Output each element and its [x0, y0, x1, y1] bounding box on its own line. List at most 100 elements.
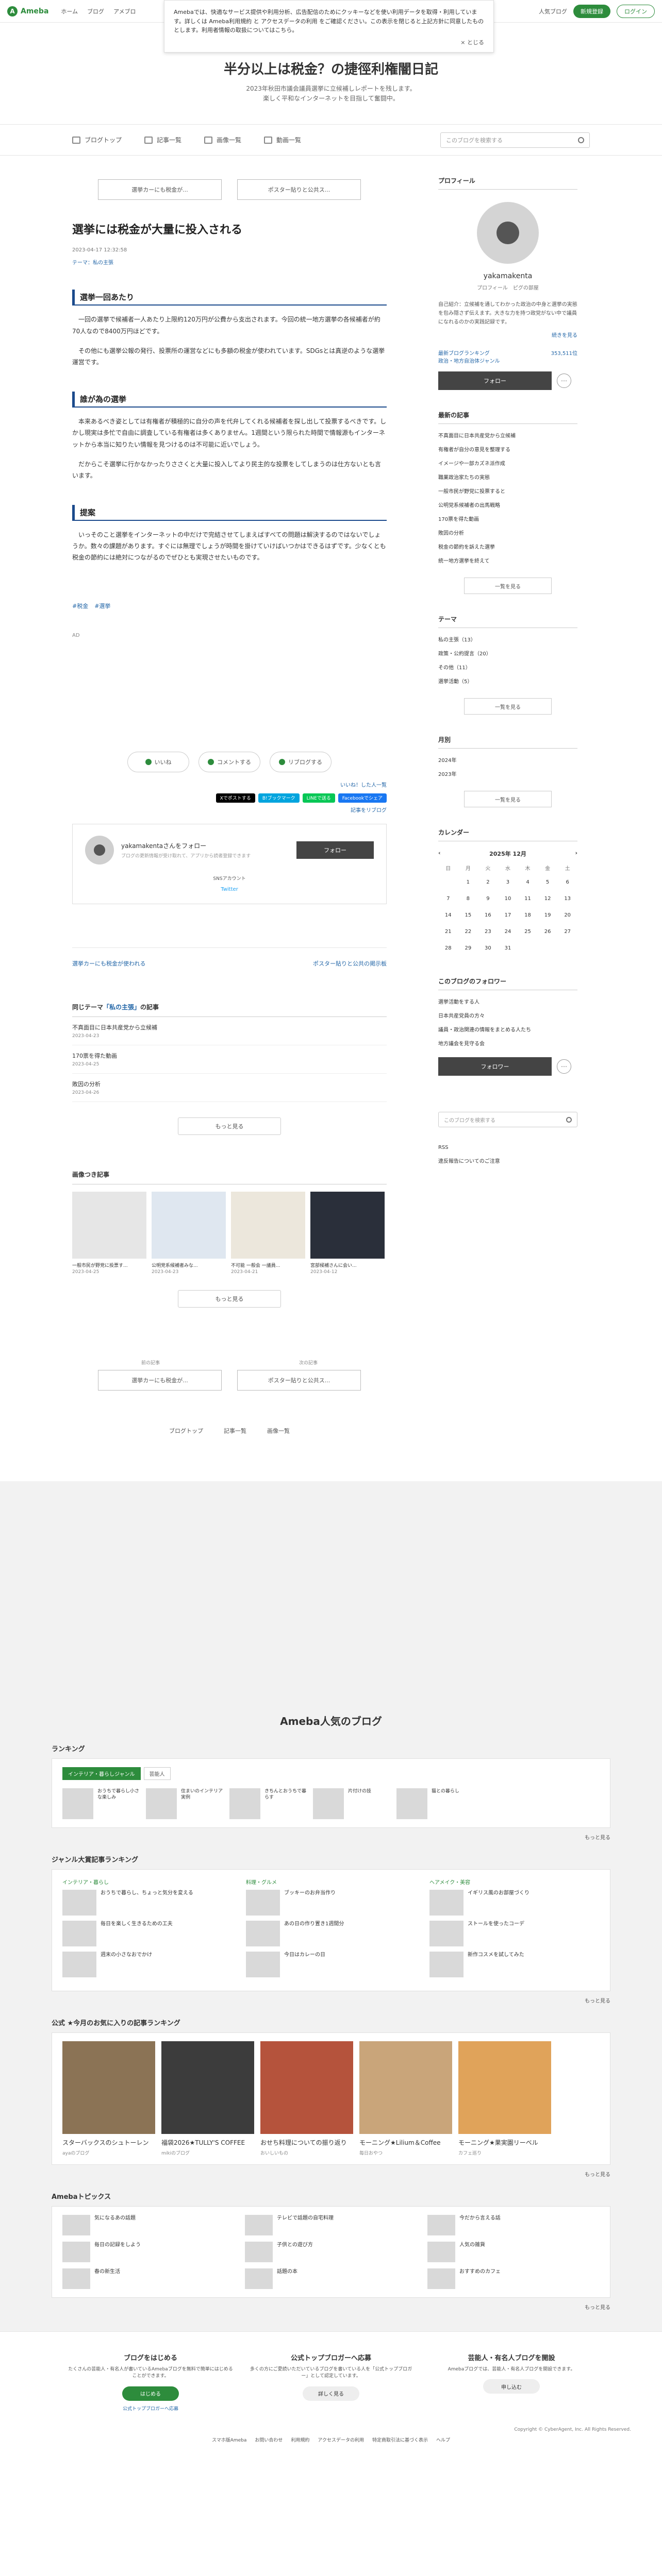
calendar-day[interactable]: 31: [498, 940, 518, 956]
share-facebook-button[interactable]: Facebookでシェア: [338, 793, 387, 803]
promo-detail-button[interactable]: 詳しく見る: [303, 2386, 359, 2401]
image-card[interactable]: 宮部候補さんに会い... 2023-04-12: [310, 1191, 385, 1275]
theme-more-button[interactable]: 一覧を見る: [464, 698, 552, 715]
nav-image-list[interactable]: 画像一覧: [204, 135, 241, 144]
next-article-button[interactable]: ポスター貼りと公共ス...: [237, 1369, 361, 1391]
footer-link[interactable]: スマホ版Ameba: [212, 2436, 246, 2443]
recent-item[interactable]: 公明党系候補者の出馬戦略: [438, 498, 577, 512]
theme-item[interactable]: その他（11）: [438, 660, 577, 674]
genre-item[interactable]: 新作コスメを試してみた: [429, 1951, 600, 1977]
ameba-logo[interactable]: A Ameba: [7, 6, 48, 16]
promo-start-button[interactable]: はじめる: [122, 2386, 179, 2401]
entry-theme-link[interactable]: テーマ：私の主張: [72, 258, 387, 266]
calendar-day[interactable]: 6: [557, 874, 577, 890]
list-item[interactable]: 不真面目に日本共産党から立候補 2023-04-23: [72, 1017, 387, 1045]
calendar-day[interactable]: 22: [458, 923, 478, 940]
calendar-day[interactable]: 18: [518, 907, 538, 923]
official-item[interactable]: 福袋2026★TULLY'S COFFEE mikiのブログ: [161, 2041, 254, 2156]
next-article-link[interactable]: ポスター貼りと公共の掲示板: [313, 959, 387, 968]
calendar-day[interactable]: 5: [538, 874, 558, 890]
calendar-day[interactable]: 30: [478, 940, 498, 956]
followers-button[interactable]: フォロワー: [438, 1057, 552, 1076]
calendar-day[interactable]: 12: [538, 890, 558, 907]
rss-link[interactable]: RSS: [438, 1145, 577, 1150]
more-options-icon[interactable]: ⋯: [557, 1059, 571, 1074]
top-nav-home[interactable]: ホーム: [61, 7, 78, 15]
popular-blog-link[interactable]: 人気ブログ: [539, 7, 567, 15]
more-button[interactable]: もっと見る: [178, 1117, 281, 1135]
calendar-day[interactable]: 10: [498, 890, 518, 907]
calendar-day[interactable]: 28: [438, 940, 458, 956]
share-hatena-button[interactable]: B!ブックマーク: [258, 793, 300, 803]
ranking-item[interactable]: きちんとおうちで暮らす: [229, 1788, 307, 1819]
cookie-close-button[interactable]: × とじる: [174, 38, 484, 47]
share-line-button[interactable]: LINEで送る: [302, 793, 335, 803]
calendar-day[interactable]: 9: [478, 890, 498, 907]
genre-item[interactable]: 週末の小さなおでかけ: [62, 1951, 233, 1977]
genre-item[interactable]: おうちで暮らし、ちょっと気分を変える: [62, 1889, 233, 1916]
calendar-day[interactable]: 1: [458, 874, 478, 890]
hashtag-link[interactable]: #選挙: [94, 602, 110, 610]
calendar-day[interactable]: 17: [498, 907, 518, 923]
calendar-day[interactable]: 27: [557, 923, 577, 940]
share-x-button[interactable]: Xでポストする: [216, 793, 255, 803]
genre-item[interactable]: 毎日を楽しく生きるための工夫: [62, 1920, 233, 1946]
calendar-day[interactable]: 20: [557, 907, 577, 923]
topic-item[interactable]: 毎日の記録をしよう: [62, 2241, 235, 2262]
follower-item[interactable]: 議員・政治関連の情報をまとめる人たち: [438, 1022, 577, 1036]
see-more-link[interactable]: もっと見る: [52, 2303, 610, 2311]
calendar-day[interactable]: 26: [538, 923, 558, 940]
nav-blog-top[interactable]: ブログトップ: [72, 135, 122, 144]
chevron-right-icon[interactable]: ›: [575, 850, 577, 858]
signup-button[interactable]: 新規登録: [573, 4, 610, 18]
prev-article-button[interactable]: 選挙カーにも税金が...: [98, 179, 222, 200]
recent-item[interactable]: 職業政治家たちの実態: [438, 470, 577, 484]
follow-button[interactable]: フォロー: [296, 841, 374, 859]
genre-item[interactable]: あの日の作り置き1週間分: [246, 1920, 416, 1946]
search-icon[interactable]: [578, 137, 584, 143]
topic-item[interactable]: 話題の本: [245, 2268, 417, 2289]
comment-button[interactable]: コメントする: [198, 751, 260, 772]
login-button[interactable]: ログイン: [617, 4, 655, 18]
list-item[interactable]: 170票を得た動画 2023-04-25: [72, 1045, 387, 1074]
calendar-day[interactable]: 21: [438, 923, 458, 940]
profile-more-link[interactable]: 続きを見る: [438, 331, 577, 338]
calendar-day[interactable]: 29: [458, 940, 478, 956]
month-item[interactable]: 2024年: [438, 753, 577, 767]
genre-item[interactable]: イギリス風のお部屋づくり: [429, 1889, 600, 1916]
see-more-link[interactable]: もっと見る: [52, 2170, 610, 2178]
recent-item[interactable]: 有権者が自分の意見を整理する: [438, 442, 577, 456]
theme-item[interactable]: 選挙活動（5）: [438, 674, 577, 688]
topic-item[interactable]: 春の新生活: [62, 2268, 235, 2289]
reblog-link[interactable]: 記事をリブログ: [72, 806, 387, 814]
recent-item[interactable]: 敗因の分析: [438, 526, 577, 539]
follower-item[interactable]: 日本共産党員の方々: [438, 1008, 577, 1022]
report-link[interactable]: 違反報告についてのご注意: [438, 1157, 577, 1164]
like-button[interactable]: いいね: [127, 751, 189, 772]
theme-item[interactable]: 政策・公約提言（20）: [438, 646, 577, 660]
profile-avatar[interactable]: [477, 202, 539, 264]
follower-item[interactable]: 選挙活動をする人: [438, 994, 577, 1008]
official-item[interactable]: おせち料理についての振り返り おいしいもの: [260, 2041, 353, 2156]
follower-item[interactable]: 地方議会を見守る会: [438, 1036, 577, 1050]
image-card[interactable]: 公明党系候補者みな... 2023-04-23: [152, 1191, 226, 1275]
calendar-day[interactable]: 19: [538, 907, 558, 923]
reblog-button[interactable]: リブログする: [270, 751, 332, 772]
twitter-link[interactable]: Twitter: [85, 887, 374, 892]
prev-article-button[interactable]: 選挙カーにも税金が...: [98, 1369, 222, 1391]
nav-article-list[interactable]: 記事一覧: [144, 135, 181, 144]
top-nav-blog[interactable]: ブログ: [87, 7, 104, 15]
ranking-item[interactable]: 片付けの技: [313, 1788, 390, 1819]
recent-item[interactable]: イメージや一部カズネ派作成: [438, 456, 577, 470]
follow-button[interactable]: フォロー: [438, 371, 552, 391]
nav-video-list[interactable]: 動画一覧: [264, 135, 301, 144]
calendar-day[interactable]: 2: [478, 874, 498, 890]
top-nav-ameblo[interactable]: アメブロ: [113, 7, 136, 15]
sidebar-search-input[interactable]: このブログを検索する: [438, 1112, 577, 1128]
recent-item[interactable]: 税金の節約を訴えた選挙: [438, 539, 577, 553]
recent-item[interactable]: 不真面目に日本共産党から立候補: [438, 428, 577, 442]
recent-item[interactable]: 170票を得た動画: [438, 512, 577, 526]
calendar-day[interactable]: 24: [498, 923, 518, 940]
chevron-left-icon[interactable]: ‹: [438, 850, 441, 858]
genre-item[interactable]: ストールを使ったコーデ: [429, 1920, 600, 1946]
